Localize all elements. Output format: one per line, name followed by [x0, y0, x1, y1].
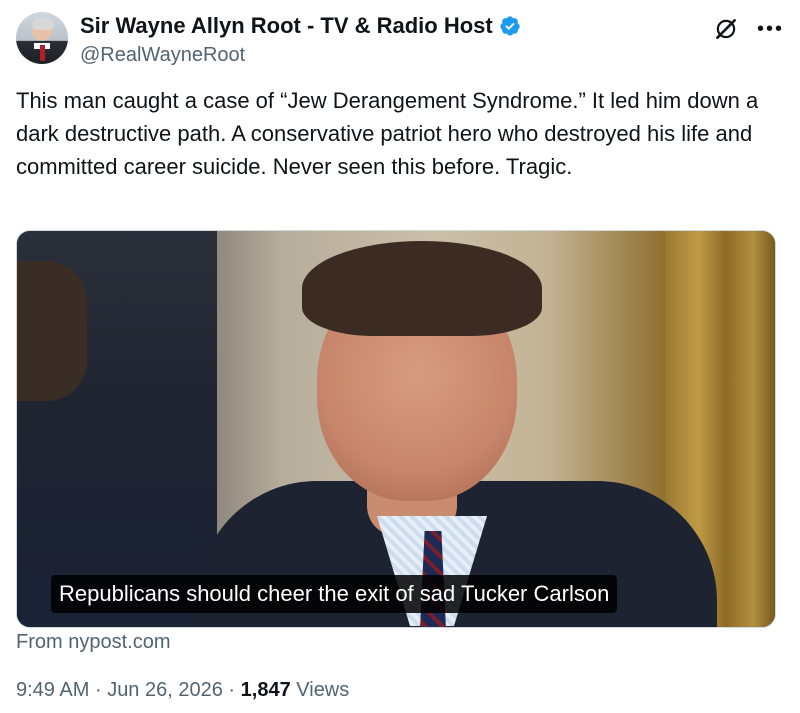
author-block: Sir Wayne Allyn Root - TV & Radio Host @… [80, 12, 521, 68]
header-actions: ••• [713, 16, 784, 42]
verified-badge-icon [499, 15, 521, 37]
meta-separator: · [228, 679, 236, 701]
display-name[interactable]: Sir Wayne Allyn Root - TV & Radio Host [80, 12, 493, 40]
more-icon[interactable]: ••• [757, 19, 784, 39]
views-label: Views [296, 679, 350, 701]
views-count[interactable]: 1,847 [241, 679, 291, 701]
tweet-time[interactable]: 9:49 AM [16, 679, 89, 701]
avatar-hair [32, 18, 54, 30]
tweet-date[interactable]: Jun 26, 2026 [107, 679, 223, 701]
meta-separator: · [94, 679, 102, 701]
avatar-tie [40, 45, 45, 61]
link-source[interactable]: From nypost.com [16, 628, 170, 656]
media-image[interactable]: Republicans should cheer the exit of sad… [16, 230, 776, 628]
grok-icon[interactable] [713, 16, 739, 42]
avatar[interactable] [16, 12, 68, 64]
author-handle[interactable]: @RealWayneRoot [80, 42, 521, 68]
display-name-row: Sir Wayne Allyn Root - TV & Radio Host [80, 12, 521, 40]
media-caption: Republicans should cheer the exit of sad… [51, 575, 618, 613]
tweet-meta: 9:49 AM · Jun 26, 2026 · 1,847 Views [16, 676, 349, 704]
tweet-header: Sir Wayne Allyn Root - TV & Radio Host @… [16, 10, 784, 70]
media-hair [302, 241, 542, 336]
tweet-text: This man caught a case of “Jew Derangeme… [16, 88, 765, 179]
media-left-head [17, 261, 87, 401]
